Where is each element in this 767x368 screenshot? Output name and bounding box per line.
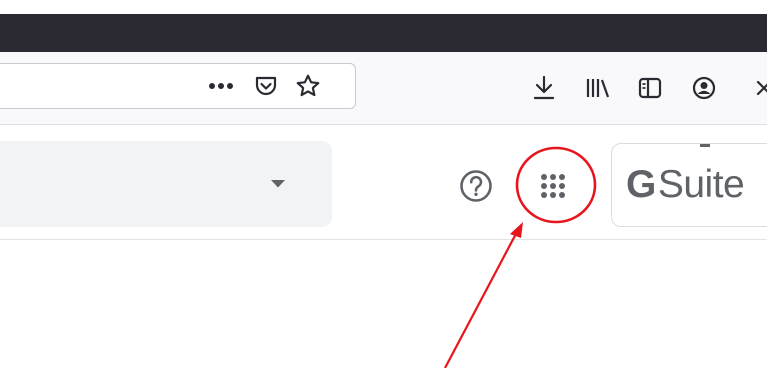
dash-mark (700, 144, 710, 147)
library-icon[interactable] (582, 72, 614, 104)
search-box[interactable] (0, 141, 332, 227)
screen: G Suite (0, 0, 767, 368)
gsuite-brand[interactable]: G Suite (611, 143, 767, 227)
account-icon[interactable] (688, 72, 720, 104)
browser-toolbar (0, 52, 767, 125)
apps-grid-icon[interactable] (532, 166, 574, 206)
header-divider (0, 239, 767, 240)
url-bar[interactable] (0, 63, 356, 109)
close-icon[interactable] (752, 76, 767, 100)
pocket-icon[interactable] (249, 70, 283, 102)
download-icon[interactable] (528, 72, 560, 104)
more-horizontal-icon[interactable] (201, 72, 241, 100)
brand-suite-text: Suite (657, 163, 745, 206)
help-icon[interactable] (456, 166, 496, 206)
titlebar-top-strip (0, 0, 767, 14)
app-header: G Suite (0, 125, 767, 368)
sidebar-icon[interactable] (634, 72, 666, 104)
brand-g-letter: G (626, 163, 656, 206)
star-icon[interactable] (291, 69, 325, 103)
caret-down-icon[interactable] (266, 173, 290, 195)
